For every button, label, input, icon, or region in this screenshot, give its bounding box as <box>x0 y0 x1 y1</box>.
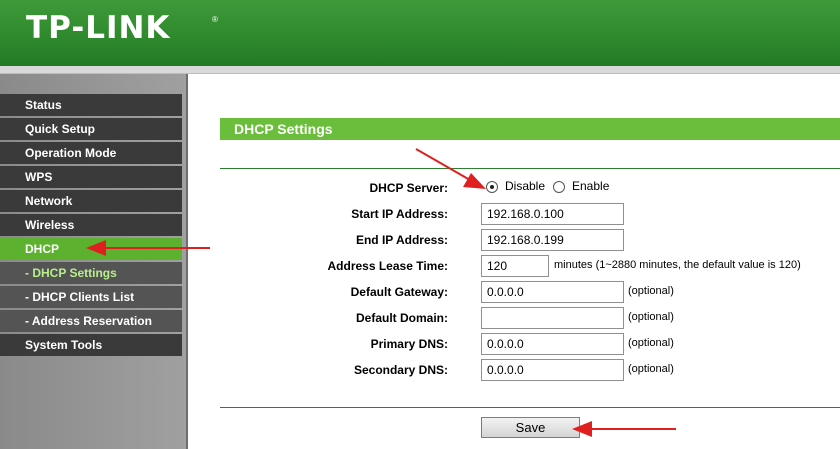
sidebar-item-quick-setup[interactable]: Quick Setup <box>0 118 182 140</box>
start-ip-label: Start IP Address: <box>351 207 448 221</box>
sidebar-subitem-address-reservation[interactable]: - Address Reservation <box>0 310 182 332</box>
secondary-dns-label: Secondary DNS: <box>353 363 448 377</box>
gateway-label: Default Gateway: <box>350 285 448 299</box>
lease-time-input[interactable] <box>481 255 549 277</box>
dhcp-disable-label[interactable]: Disable <box>505 177 545 195</box>
header-divider <box>0 66 840 74</box>
domain-input[interactable] <box>481 307 624 329</box>
end-ip-row: End IP Address: <box>220 229 840 251</box>
dhcp-enable-radio[interactable] <box>553 181 565 193</box>
primary-dns-input[interactable] <box>481 333 624 355</box>
bottom-divider <box>220 407 840 408</box>
top-divider <box>220 168 840 169</box>
secondary-dns-hint: (optional) <box>628 363 674 375</box>
secondary-dns-row: Secondary DNS: (optional) <box>220 359 840 381</box>
end-ip-label: End IP Address: <box>355 233 448 247</box>
dhcp-server-row: DHCP Server: Disable Enable <box>220 177 840 199</box>
sidebar: Status Quick Setup Operation Mode WPS Ne… <box>0 74 186 449</box>
domain-row: Default Domain: (optional) <box>220 307 840 329</box>
primary-dns-label: Primary DNS: <box>370 337 448 351</box>
header-bar: TP-LINK ® <box>0 0 840 66</box>
gateway-row: Default Gateway: (optional) <box>220 281 840 303</box>
dhcp-server-label: DHCP Server: <box>369 181 448 195</box>
registered-mark: ® <box>212 15 218 24</box>
sidebar-subitem-dhcp-settings[interactable]: - DHCP Settings <box>0 262 182 284</box>
start-ip-input[interactable] <box>481 203 624 225</box>
page-title: DHCP Settings <box>220 118 840 140</box>
dhcp-enable-label[interactable]: Enable <box>572 177 609 195</box>
lease-time-label: Address Lease Time: <box>327 259 449 273</box>
start-ip-row: Start IP Address: <box>220 203 840 225</box>
sidebar-nav: Status Quick Setup Operation Mode WPS Ne… <box>0 94 182 358</box>
sidebar-divider <box>186 74 188 449</box>
sidebar-item-wps[interactable]: WPS <box>0 166 182 188</box>
end-ip-input[interactable] <box>481 229 624 251</box>
lease-time-hint: minutes (1~2880 minutes, the default val… <box>554 259 801 271</box>
sidebar-item-dhcp[interactable]: DHCP <box>0 238 182 260</box>
sidebar-item-status[interactable]: Status <box>0 94 182 116</box>
sidebar-item-operation-mode[interactable]: Operation Mode <box>0 142 182 164</box>
domain-hint: (optional) <box>628 311 674 323</box>
domain-label: Default Domain: <box>355 311 448 325</box>
secondary-dns-input[interactable] <box>481 359 624 381</box>
dhcp-disable-radio[interactable] <box>486 181 498 193</box>
sidebar-item-wireless[interactable]: Wireless <box>0 214 182 236</box>
primary-dns-hint: (optional) <box>628 337 674 349</box>
sidebar-subitem-dhcp-clients-list[interactable]: - DHCP Clients List <box>0 286 182 308</box>
brand-logo: TP-LINK <box>26 10 171 46</box>
gateway-hint: (optional) <box>628 285 674 297</box>
arrow-to-save-button <box>572 421 676 437</box>
primary-dns-row: Primary DNS: (optional) <box>220 333 840 355</box>
sidebar-item-network[interactable]: Network <box>0 190 182 212</box>
sidebar-item-system-tools[interactable]: System Tools <box>0 334 182 356</box>
save-button[interactable]: Save <box>481 417 580 438</box>
gateway-input[interactable] <box>481 281 624 303</box>
lease-time-row: Address Lease Time: minutes (1~2880 minu… <box>220 255 840 277</box>
